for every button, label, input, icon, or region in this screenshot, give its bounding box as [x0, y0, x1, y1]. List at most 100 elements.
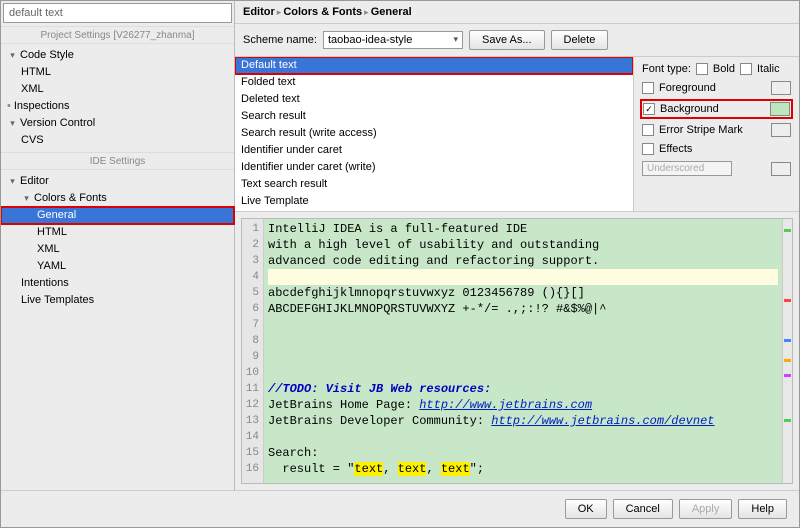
tree-label: Code Style	[20, 48, 74, 63]
attr-item[interactable]: Live Template	[235, 193, 633, 210]
bullet-icon: •	[7, 99, 11, 114]
scheme-row: Scheme name: taobao-idea-style Save As..…	[235, 24, 799, 56]
effects-type-select[interactable]: Underscored	[642, 161, 732, 176]
scheme-select[interactable]: taobao-idea-style	[323, 31, 463, 49]
attr-item[interactable]: Search result (write access)	[235, 125, 633, 142]
tree-label: Version Control	[20, 116, 95, 131]
main-row: default text Project Settings [V26277_zh…	[1, 1, 799, 490]
attr-item[interactable]: Folded text	[235, 74, 633, 91]
attr-item[interactable]: Deleted text	[235, 91, 633, 108]
effects-label: Effects	[659, 143, 692, 155]
dialog-footer: OK Cancel Apply Help	[1, 490, 799, 527]
tree-xml[interactable]: XML	[1, 81, 234, 98]
attr-item[interactable]: Search result	[235, 108, 633, 125]
right-panel: Editor▸Colors & Fonts▸General Scheme nam…	[235, 1, 799, 490]
tree-label: HTML	[37, 225, 67, 240]
tree-label: General	[37, 208, 76, 223]
attr-item[interactable]: Identifier under caret	[235, 142, 633, 159]
error-stripe-swatch[interactable]	[771, 123, 791, 137]
delete-button[interactable]: Delete	[551, 30, 609, 50]
crumb-colors-fonts[interactable]: Colors & Fonts	[283, 6, 362, 18]
ide-settings-header: IDE Settings	[1, 152, 234, 170]
tree-label: HTML	[21, 65, 51, 80]
attr-item[interactable]: Default text	[235, 57, 633, 74]
attribute-props: Font type: Bold Italic Foreground Backgr…	[634, 57, 799, 211]
tree-general[interactable]: General	[1, 207, 234, 224]
effects-swatch[interactable]	[771, 162, 791, 176]
scheme-label: Scheme name:	[243, 34, 317, 46]
tree-label: Live Templates	[21, 293, 94, 308]
marker[interactable]	[784, 299, 791, 302]
tree-intentions[interactable]: Intentions	[1, 275, 234, 292]
effects-row: Effects	[642, 143, 791, 155]
expand-icon[interactable]	[7, 176, 18, 187]
chevron-right-icon: ▸	[364, 7, 369, 17]
gutter: 12345678910111213141516	[242, 219, 264, 483]
bold-label: Bold	[713, 63, 735, 75]
foreground-checkbox[interactable]	[642, 82, 654, 94]
expand-icon[interactable]	[7, 50, 18, 61]
apply-button[interactable]: Apply	[679, 499, 733, 519]
cancel-button[interactable]: Cancel	[613, 499, 673, 519]
code-area: IntelliJ IDEA is a full-featured IDEwith…	[264, 219, 782, 483]
tree-editor[interactable]: Editor	[1, 173, 234, 190]
mid-row: Default textFolded textDeleted textSearc…	[235, 56, 799, 212]
tree-code-style[interactable]: Code Style	[1, 47, 234, 64]
foreground-swatch[interactable]	[771, 81, 791, 95]
search-input[interactable]: default text	[3, 3, 232, 23]
expand-icon[interactable]	[7, 118, 18, 129]
marker[interactable]	[784, 419, 791, 422]
settings-dialog: default text Project Settings [V26277_zh…	[0, 0, 800, 528]
tree-label: Intentions	[21, 276, 69, 291]
settings-tree-ide: Editor Colors & Fonts General HTML XML Y…	[1, 171, 234, 311]
background-swatch[interactable]	[770, 102, 790, 116]
attribute-list[interactable]: Default textFolded textDeleted textSearc…	[235, 57, 634, 211]
left-panel: default text Project Settings [V26277_zh…	[1, 1, 235, 490]
breadcrumb: Editor▸Colors & Fonts▸General	[235, 1, 799, 24]
attr-item[interactable]: Text search result	[235, 176, 633, 193]
tree-label: YAML	[37, 259, 66, 274]
foreground-row: Foreground	[642, 81, 791, 95]
tree-xml-cf[interactable]: XML	[1, 241, 234, 258]
italic-checkbox[interactable]	[740, 63, 752, 75]
error-stripe-checkbox[interactable]	[642, 124, 654, 136]
code-preview[interactable]: 12345678910111213141516 IntelliJ IDEA is…	[241, 218, 793, 484]
tree-label: Colors & Fonts	[34, 191, 107, 206]
tree-cvs[interactable]: CVS	[1, 132, 234, 149]
tree-inspections[interactable]: •Inspections	[1, 98, 234, 115]
marker[interactable]	[784, 359, 791, 362]
tree-live-templates[interactable]: Live Templates	[1, 292, 234, 309]
italic-label: Italic	[757, 63, 780, 75]
tree-html-cf[interactable]: HTML	[1, 224, 234, 241]
background-checkbox[interactable]	[643, 103, 655, 115]
font-type-label: Font type:	[642, 63, 691, 75]
marker[interactable]	[784, 374, 791, 377]
crumb-general: General	[371, 6, 412, 18]
attr-item[interactable]: Identifier under caret (write)	[235, 159, 633, 176]
save-as-button[interactable]: Save As...	[469, 30, 545, 50]
effects-type-row: Underscored	[642, 161, 791, 176]
background-row: Background	[642, 101, 791, 117]
foreground-label: Foreground	[659, 82, 716, 94]
tree-version-control[interactable]: Version Control	[1, 115, 234, 132]
marker-strip[interactable]	[782, 219, 792, 483]
attr-item[interactable]: Template variable	[235, 210, 633, 211]
error-stripe-label: Error Stripe Mark	[659, 124, 743, 136]
effects-checkbox[interactable]	[642, 143, 654, 155]
tree-label: XML	[37, 242, 60, 257]
ok-button[interactable]: OK	[565, 499, 607, 519]
bold-checkbox[interactable]	[696, 63, 708, 75]
crumb-editor[interactable]: Editor	[243, 6, 275, 18]
marker[interactable]	[784, 339, 791, 342]
error-stripe-row: Error Stripe Mark	[642, 123, 791, 137]
expand-icon[interactable]	[21, 193, 32, 204]
tree-label: CVS	[21, 133, 44, 148]
help-button[interactable]: Help	[738, 499, 787, 519]
tree-html[interactable]: HTML	[1, 64, 234, 81]
project-settings-header: Project Settings [V26277_zhanma]	[1, 26, 234, 44]
tree-colors-fonts[interactable]: Colors & Fonts	[1, 190, 234, 207]
font-type-row: Font type: Bold Italic	[642, 63, 791, 75]
marker[interactable]	[784, 229, 791, 232]
tree-yaml[interactable]: YAML	[1, 258, 234, 275]
settings-tree: Code Style HTML XML •Inspections Version…	[1, 45, 234, 151]
